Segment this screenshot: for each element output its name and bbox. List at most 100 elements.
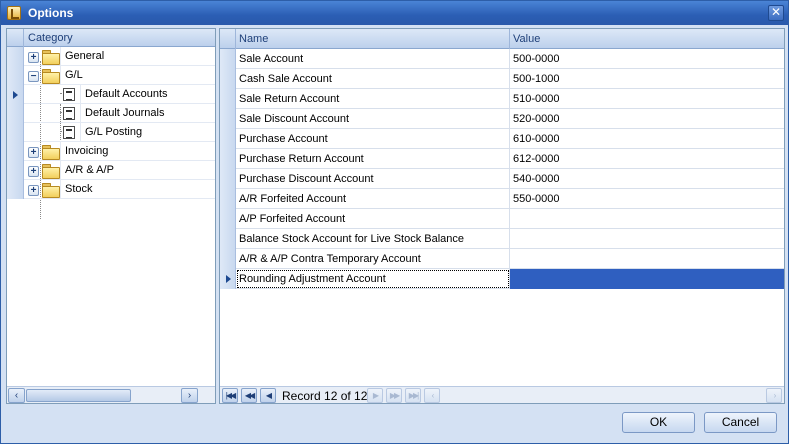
scroll-left-button[interactable]: ‹: [424, 388, 440, 403]
category-item-ar-ap[interactable]: + A/R & A/P: [7, 161, 215, 180]
row-indicator-header: [220, 29, 236, 49]
name-cell[interactable]: Sale Discount Account: [236, 109, 510, 129]
value-cell[interactable]: 612-0000: [510, 149, 784, 169]
value-cell[interactable]: 510-0000: [510, 89, 784, 109]
category-item-default-accounts[interactable]: Default Accounts: [7, 85, 215, 104]
row-indicator: [220, 129, 236, 149]
table-row[interactable]: Purchase Discount Account 540-0000: [220, 169, 784, 189]
table-row[interactable]: A/P Forfeited Account: [220, 209, 784, 229]
name-cell[interactable]: Rounding Adjustment Account: [236, 269, 510, 289]
close-button[interactable]: ✕: [768, 5, 784, 21]
category-horizontal-scrollbar[interactable]: ‹ ›: [7, 386, 215, 403]
category-item-label: Default Accounts: [85, 88, 168, 100]
scroll-right-button[interactable]: ›: [181, 388, 198, 403]
value-cell[interactable]: 500-1000: [510, 69, 784, 89]
row-indicator: [7, 161, 24, 180]
expand-icon[interactable]: +: [28, 52, 39, 63]
expand-icon[interactable]: +: [28, 185, 39, 196]
value-cell-text: 500-1000: [513, 73, 560, 85]
value-cell-text: 612-0000: [513, 153, 560, 165]
value-cell[interactable]: [510, 269, 784, 289]
row-indicator: [220, 49, 236, 69]
category-item-default-journals[interactable]: Default Journals: [7, 104, 215, 123]
name-cell[interactable]: Balance Stock Account for Live Stock Bal…: [236, 229, 510, 249]
row-indicator: [7, 66, 24, 85]
value-cell[interactable]: [510, 229, 784, 249]
previous-record-button[interactable]: ◀: [260, 388, 276, 403]
record-counter: Record 12 of 12: [282, 389, 368, 403]
value-cell[interactable]: 500-0000: [510, 49, 784, 69]
table-row[interactable]: A/R & A/P Contra Temporary Account: [220, 249, 784, 269]
value-cell-text: 610-0000: [513, 133, 560, 145]
name-cell[interactable]: A/R Forfeited Account: [236, 189, 510, 209]
ok-button[interactable]: OK: [622, 412, 695, 433]
current-row-indicator: [220, 269, 236, 289]
category-item-label: G/L: [65, 69, 83, 81]
column-header-name[interactable]: Name: [236, 29, 510, 49]
name-cell[interactable]: Purchase Account: [236, 129, 510, 149]
value-cell-text: 540-0000: [513, 173, 560, 185]
table-row[interactable]: Sale Discount Account 520-0000: [220, 109, 784, 129]
table-row[interactable]: Purchase Return Account 612-0000: [220, 149, 784, 169]
scroll-left-button[interactable]: ‹: [8, 388, 25, 403]
table-row[interactable]: Purchase Account 610-0000: [220, 129, 784, 149]
category-item-label: A/R & A/P: [65, 164, 114, 176]
row-indicator: [220, 89, 236, 109]
row-indicator: [220, 209, 236, 229]
scroll-right-button[interactable]: ›: [766, 388, 782, 403]
table-row[interactable]: Sale Return Account 510-0000: [220, 89, 784, 109]
category-item-label: Stock: [65, 183, 93, 195]
category-item-gl[interactable]: − G/L: [7, 66, 215, 85]
collapse-icon[interactable]: −: [28, 71, 39, 82]
expand-icon[interactable]: +: [28, 147, 39, 158]
category-item-general[interactable]: + General: [7, 47, 215, 66]
category-item-invoicing[interactable]: + Invoicing: [7, 142, 215, 161]
category-tree: Category + General − G/L Default Account…: [6, 28, 216, 404]
category-item-label: G/L Posting: [85, 126, 143, 138]
table-row[interactable]: Sale Account 500-0000: [220, 49, 784, 69]
last-record-button[interactable]: ▶▶|: [405, 388, 421, 403]
value-cell[interactable]: [510, 249, 784, 269]
scroll-thumb[interactable]: [26, 389, 131, 402]
row-indicator: [220, 69, 236, 89]
next-record-button[interactable]: ▶: [367, 388, 383, 403]
value-cell[interactable]: 550-0000: [510, 189, 784, 209]
name-cell[interactable]: Sale Account: [236, 49, 510, 69]
category-item-stock[interactable]: + Stock: [7, 180, 215, 199]
name-cell[interactable]: Sale Return Account: [236, 89, 510, 109]
name-cell[interactable]: Cash Sale Account: [236, 69, 510, 89]
name-cell[interactable]: Purchase Discount Account: [236, 169, 510, 189]
name-cell[interactable]: A/R & A/P Contra Temporary Account: [236, 249, 510, 269]
expand-icon[interactable]: +: [28, 166, 39, 177]
table-row[interactable]: A/R Forfeited Account 550-0000: [220, 189, 784, 209]
folder-icon: [42, 50, 60, 65]
record-navigator: |◀◀ ◀◀ ◀ Record 12 of 12 ▶ ▶▶ ▶▶| ‹ ›: [220, 386, 784, 403]
cancel-button[interactable]: Cancel: [704, 412, 777, 433]
category-item-gl-posting[interactable]: G/L Posting: [7, 123, 215, 142]
row-indicator: [7, 47, 24, 66]
first-record-button[interactable]: |◀◀: [222, 388, 238, 403]
previous-page-button[interactable]: ◀◀: [241, 388, 257, 403]
next-page-button[interactable]: ▶▶: [386, 388, 402, 403]
table-row[interactable]: Balance Stock Account for Live Stock Bal…: [220, 229, 784, 249]
name-cell-text: Cash Sale Account: [239, 73, 332, 85]
value-cell-text: 510-0000: [513, 93, 560, 105]
options-dialog: Options ✕ Category + General − G/L Defau…: [0, 0, 789, 444]
row-indicator-header: [7, 29, 24, 47]
value-cell[interactable]: [510, 209, 784, 229]
name-cell-text: Sale Return Account: [239, 93, 340, 105]
value-cell[interactable]: 520-0000: [510, 109, 784, 129]
value-cell[interactable]: 610-0000: [510, 129, 784, 149]
table-row[interactable]: Cash Sale Account 500-1000: [220, 69, 784, 89]
value-cell[interactable]: 540-0000: [510, 169, 784, 189]
column-header-value[interactable]: Value: [510, 29, 784, 49]
name-cell[interactable]: A/P Forfeited Account: [236, 209, 510, 229]
app-icon: [7, 6, 21, 20]
category-header-label: Category: [28, 32, 73, 44]
table-row[interactable]: Rounding Adjustment Account: [220, 269, 784, 289]
name-cell[interactable]: Purchase Return Account: [236, 149, 510, 169]
name-cell-text: A/R & A/P Contra Temporary Account: [239, 253, 421, 265]
row-indicator: [7, 104, 24, 123]
document-icon: [63, 126, 75, 139]
document-icon: [63, 107, 75, 120]
